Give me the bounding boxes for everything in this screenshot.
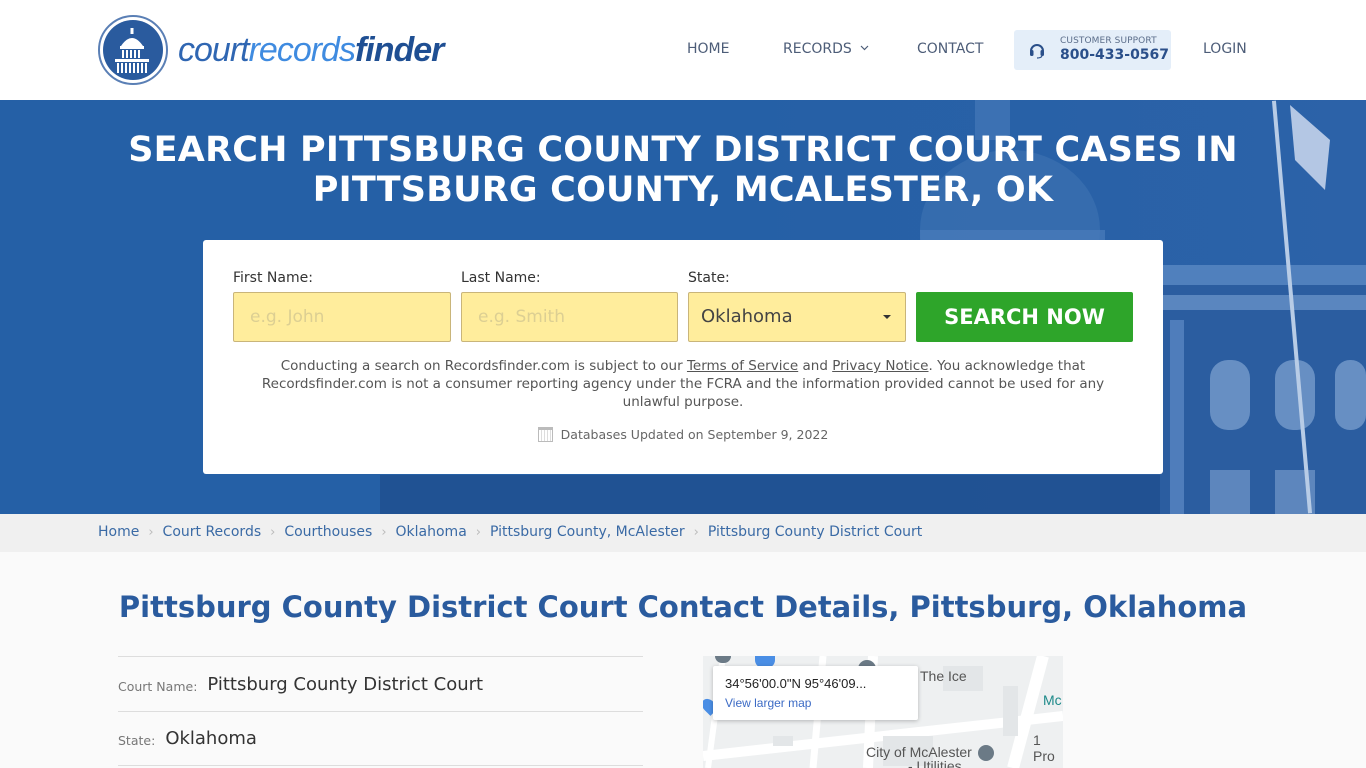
customer-support-box[interactable]: CUSTOMER SUPPORT 800-433-0567 bbox=[1014, 30, 1171, 70]
capitol-logo-icon bbox=[98, 15, 168, 85]
logo-text-finder: finder bbox=[354, 30, 444, 69]
breadcrumb-pittsburg-county[interactable]: Pittsburg County, McAlester bbox=[490, 524, 685, 540]
chevron-right-icon: › bbox=[475, 524, 481, 540]
database-updated-note: Databases Updated on September 9, 2022 bbox=[203, 427, 1163, 442]
breadcrumb-court-records[interactable]: Court Records bbox=[163, 524, 262, 540]
breadcrumb-oklahoma[interactable]: Oklahoma bbox=[396, 524, 467, 540]
court-details-list: Court Name: Pittsburg County District Co… bbox=[118, 656, 643, 766]
support-label: CUSTOMER SUPPORT bbox=[1060, 36, 1157, 46]
page-title: Pittsburg County District Court Contact … bbox=[118, 590, 1248, 624]
site-header: courtrecordsfinder HOME RECORDS CONTACT … bbox=[0, 0, 1366, 100]
detail-row-state: State: Oklahoma bbox=[118, 711, 643, 766]
first-name-label: First Name: bbox=[233, 270, 313, 286]
search-now-button[interactable]: SEARCH NOW bbox=[916, 292, 1133, 342]
support-phone[interactable]: 800-433-0567 bbox=[1060, 47, 1169, 63]
government-building-marker-icon bbox=[978, 745, 994, 761]
hero-title-line2: PITTSBURG COUNTY, MCALESTER, OK bbox=[312, 170, 1054, 210]
detail-label: State: bbox=[118, 733, 156, 748]
headset-icon bbox=[1030, 44, 1044, 59]
breadcrumb-courthouses[interactable]: Courthouses bbox=[284, 524, 372, 540]
chevron-down-icon bbox=[860, 45, 869, 51]
map-info-card: 34°56'00.0"N 95°46'09... View larger map bbox=[713, 666, 918, 720]
breadcrumb-home[interactable]: Home bbox=[98, 524, 139, 540]
nav-records[interactable]: RECORDS bbox=[783, 41, 869, 57]
search-disclaimer: Conducting a search on Recordsfinder.com… bbox=[243, 357, 1123, 411]
detail-label: Court Name: bbox=[118, 678, 198, 694]
logo-wordmark: courtrecordsfinder bbox=[178, 30, 444, 70]
terms-of-service-link[interactable]: Terms of Service bbox=[687, 358, 798, 374]
disclaimer-text-1: Conducting a search on Recordsfinder.com… bbox=[280, 358, 687, 374]
map-label-mc: Mc bbox=[1043, 692, 1062, 708]
calendar-icon bbox=[537, 427, 553, 442]
privacy-notice-link[interactable]: Privacy Notice bbox=[832, 358, 928, 374]
logo-text-court: court bbox=[178, 30, 250, 69]
breadcrumb: Home › Court Records › Courthouses › Okl… bbox=[0, 514, 1366, 552]
view-larger-map-link[interactable]: View larger map bbox=[725, 696, 811, 710]
map-label-utilities: - Utilities bbox=[908, 758, 962, 768]
hero-title: SEARCH PITTSBURG COUNTY DISTRICT COURT C… bbox=[0, 130, 1366, 210]
hero-title-line1: SEARCH PITTSBURG COUNTY DISTRICT COURT C… bbox=[128, 130, 1238, 170]
last-name-label: Last Name: bbox=[461, 270, 541, 286]
state-select[interactable]: Oklahoma bbox=[688, 292, 906, 342]
state-label: State: bbox=[688, 270, 730, 286]
nav-records-label: RECORDS bbox=[783, 41, 852, 57]
first-name-input[interactable] bbox=[233, 292, 451, 342]
disclaimer-text-2: and bbox=[798, 358, 833, 374]
detail-value: Pittsburg County District Court bbox=[207, 673, 484, 695]
map-coordinates: 34°56'00.0"N 95°46'09... bbox=[725, 676, 867, 691]
nav-login[interactable]: LOGIN bbox=[1203, 41, 1247, 57]
logo-link[interactable]: courtrecordsfinder bbox=[98, 15, 444, 85]
embedded-map[interactable]: The Ice Mc 1 Pro City of McAlester - Uti… bbox=[703, 656, 1063, 768]
map-label-the-ice: The Ice bbox=[920, 668, 967, 684]
hero-section: SEARCH PITTSBURG COUNTY DISTRICT COURT C… bbox=[0, 100, 1366, 514]
map-label-1-pro: 1 Pro bbox=[1033, 732, 1055, 764]
database-updated-text: Databases Updated on September 9, 2022 bbox=[560, 427, 829, 442]
detail-row-court-name: Court Name: Pittsburg County District Co… bbox=[118, 656, 643, 711]
search-form-card: First Name: Last Name: State: Oklahoma S… bbox=[203, 240, 1163, 474]
logo-text-records: records bbox=[248, 30, 356, 69]
nav-home[interactable]: HOME bbox=[687, 41, 729, 57]
detail-value: Oklahoma bbox=[165, 728, 257, 749]
caret-down-icon bbox=[883, 315, 891, 319]
chevron-right-icon: › bbox=[693, 524, 699, 540]
breadcrumb-current-court[interactable]: Pittsburg County District Court bbox=[708, 524, 922, 540]
nav-contact[interactable]: CONTACT bbox=[917, 41, 983, 57]
last-name-input[interactable] bbox=[461, 292, 678, 342]
state-select-value: Oklahoma bbox=[701, 306, 793, 327]
chevron-right-icon: › bbox=[148, 524, 154, 540]
chevron-right-icon: › bbox=[270, 524, 276, 540]
chevron-right-icon: › bbox=[381, 524, 387, 540]
